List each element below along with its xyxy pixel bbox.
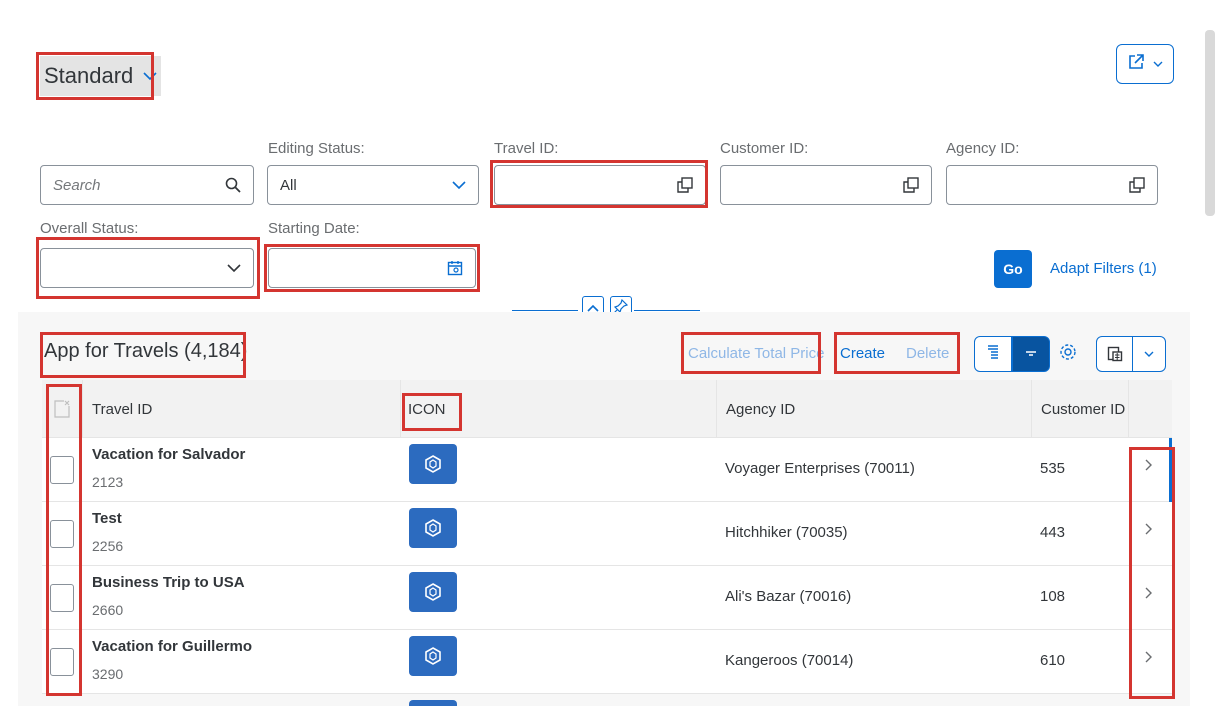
export-button[interactable]	[1096, 336, 1166, 372]
chevron-right-icon[interactable]	[1144, 458, 1152, 476]
agency-id-input[interactable]	[946, 165, 1158, 205]
package-icon-button[interactable]	[409, 636, 457, 676]
starting-date-label: Starting Date:	[268, 220, 360, 237]
column-header-agency-id[interactable]: Agency ID	[726, 380, 795, 438]
table-row[interactable]: Test 2256 Hitchhiker (70035) 443	[42, 502, 1172, 566]
go-button[interactable]: Go	[994, 250, 1032, 288]
row-checkbox[interactable]	[50, 584, 74, 612]
travel-id: 2256	[92, 538, 124, 554]
customer-id-input[interactable]	[720, 165, 932, 205]
variant-selector[interactable]: Standard	[40, 56, 162, 96]
customer-value: 443	[1040, 524, 1066, 541]
package-icon-button[interactable]	[409, 572, 457, 612]
travel-id-input[interactable]	[494, 165, 706, 205]
table-header: Travel ID ICON Agency ID Customer ID	[42, 380, 1172, 438]
calculate-total-price-button[interactable]: Calculate Total Price	[688, 345, 824, 362]
value-help-icon[interactable]	[677, 177, 693, 193]
travel-id-label: Travel ID:	[494, 140, 559, 157]
travel-id: 2660	[92, 602, 124, 618]
column-divider	[716, 380, 717, 438]
variant-title: Standard	[44, 63, 134, 88]
chevron-down-icon	[143, 68, 157, 84]
chevron-right-icon[interactable]	[1144, 522, 1152, 540]
column-divider	[400, 380, 401, 438]
row-checkbox[interactable]	[50, 456, 74, 484]
agency-value: Hitchhiker (70035)	[725, 524, 848, 541]
settings-icon[interactable]	[1058, 342, 1078, 367]
expanded-rows-toggle[interactable]	[974, 336, 1012, 372]
column-divider	[1031, 380, 1032, 438]
package-icon-button[interactable]	[409, 444, 457, 484]
editing-status-label: Editing Status:	[268, 140, 365, 157]
travel-title: Test	[92, 510, 122, 527]
customer-value: 610	[1040, 652, 1066, 669]
travel-title: Vacation for Guillermo	[92, 638, 253, 655]
table-density-toggle[interactable]	[974, 336, 1050, 372]
chevron-down-icon[interactable]	[1133, 337, 1165, 371]
row-selection-indicator	[1169, 438, 1172, 502]
agency-id-label: Agency ID:	[946, 140, 1020, 157]
table-row[interactable]: Vacation for Salvador 2123 Voyager Enter…	[42, 438, 1172, 502]
search-icon[interactable]	[225, 177, 241, 193]
row-checkbox[interactable]	[50, 520, 74, 548]
package-icon-button[interactable]	[409, 508, 457, 548]
value-help-icon[interactable]	[903, 177, 919, 193]
divider-line	[634, 310, 700, 311]
select-all-checkbox[interactable]	[54, 380, 70, 438]
share-icon	[1127, 53, 1145, 76]
column-header-customer-id[interactable]: Customer ID	[1041, 380, 1125, 438]
starting-date-picker[interactable]	[268, 248, 476, 288]
travel-id: 2123	[92, 474, 124, 490]
editing-status-value: All	[280, 176, 297, 194]
customer-value: 108	[1040, 588, 1066, 605]
adapt-filters-link[interactable]: Adapt Filters (1)	[1050, 260, 1157, 277]
travel-title: Business Trip to USA	[92, 574, 245, 591]
search-placeholder: Search	[53, 176, 101, 194]
column-divider	[1128, 380, 1129, 438]
table-row[interactable]: Business Trip to USA 2660 Ali's Bazar (7…	[42, 566, 1172, 630]
share-button[interactable]	[1116, 44, 1174, 84]
search-input[interactable]: Search	[40, 165, 254, 205]
column-divider	[82, 380, 83, 438]
export-icon[interactable]	[1097, 337, 1133, 371]
travel-title: Vacation for Salvador	[92, 446, 246, 463]
column-header-travel-id[interactable]: Travel ID	[92, 380, 152, 438]
chevron-right-icon[interactable]	[1144, 650, 1152, 668]
table-title: App for Travels (4,184)	[44, 340, 248, 362]
divider-line	[512, 310, 578, 311]
table-row[interactable]: Vacation for Guillermo 3290 Kangeroos (7…	[42, 630, 1172, 694]
travel-id: 3290	[92, 666, 124, 682]
delete-button[interactable]: Delete	[906, 345, 949, 362]
overall-status-select[interactable]	[40, 248, 254, 288]
customer-id-label: Customer ID:	[720, 140, 809, 157]
calendar-icon[interactable]	[447, 260, 463, 276]
customer-value: 535	[1040, 460, 1066, 477]
package-icon-button[interactable]	[409, 700, 457, 706]
chevron-down-icon	[452, 180, 466, 190]
page-scrollbar[interactable]	[1205, 30, 1215, 216]
agency-value: Ali's Bazar (70016)	[725, 588, 852, 605]
agency-value: Kangeroos (70014)	[725, 652, 854, 669]
row-checkbox[interactable]	[50, 648, 74, 676]
overall-status-label: Overall Status:	[40, 220, 139, 237]
create-button[interactable]: Create	[840, 345, 885, 362]
column-header-icon[interactable]: ICON	[408, 380, 446, 438]
minimize-icon	[1024, 345, 1038, 363]
list-icon	[986, 344, 1000, 365]
value-help-icon[interactable]	[1129, 177, 1145, 193]
condensed-rows-toggle[interactable]	[1012, 336, 1050, 372]
chevron-down-icon	[1153, 55, 1163, 73]
editing-status-select[interactable]: All	[267, 165, 479, 205]
agency-value: Voyager Enterprises (70011)	[725, 460, 915, 477]
chevron-right-icon[interactable]	[1144, 586, 1152, 604]
chevron-down-icon	[227, 263, 241, 273]
